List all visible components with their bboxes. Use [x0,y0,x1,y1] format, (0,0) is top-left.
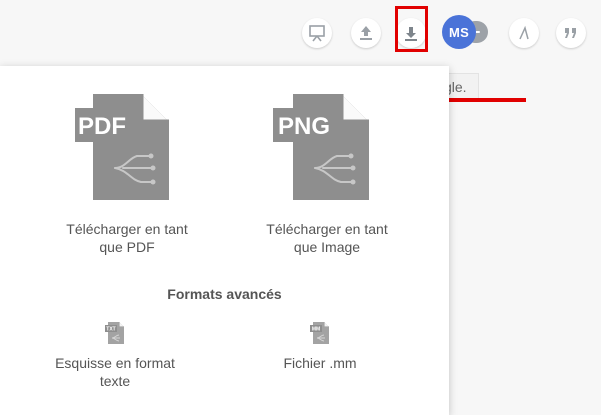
sketch-label-line2: texte [99,373,131,389]
text-style-button[interactable] [509,18,539,48]
png-file-icon: PNG [273,94,369,200]
svg-text:MM: MM [312,327,320,333]
download-pdf-option[interactable]: PDF Télécharger en tant que PDF [32,86,222,256]
text-style-icon [519,25,529,40]
svg-text:PNG: PNG [278,113,330,140]
png-label-line1: Télécharger en tant [266,221,388,237]
text-file-icon: TXT [105,322,124,344]
download-sketch-text-option[interactable]: TXT Esquisse en format texte [35,320,195,390]
presentation-icon [309,25,325,42]
advanced-formats-heading: Formats avancés [167,286,282,302]
download-mm-option[interactable]: MM Fichier .mm [240,320,400,372]
presentation-button[interactable] [302,18,332,48]
svg-text:PDF: PDF [78,113,126,140]
png-label-line2: que Image [293,239,361,255]
pdf-label-line2: que PDF [99,239,155,255]
mm-file-icon: MM [310,322,329,344]
export-panel: PDF Télécharger en tant que PDF PNG Télé… [0,66,449,415]
avatar[interactable]: MS [442,15,492,49]
svg-text:TXT: TXT [106,327,115,333]
pdf-file-icon: PDF [75,94,169,200]
upload-button[interactable] [351,18,381,48]
quote-button[interactable] [556,18,586,48]
download-highlight-box [395,6,428,52]
pdf-label-line1: Télécharger en tant [66,221,188,237]
mm-option-label: Fichier .mm [283,355,357,371]
sketch-option-label: Esquisse en format texte [35,354,195,390]
png-option-label: Télécharger en tant que Image [232,220,422,256]
upload-icon [360,26,372,40]
quote-icon [565,28,576,38]
pdf-option-label: Télécharger en tant que PDF [32,220,222,256]
avatar-initials: MS [442,15,476,49]
download-png-option[interactable]: PNG Télécharger en tant que Image [232,86,422,256]
sketch-label-line1: Esquisse en format [55,355,175,371]
